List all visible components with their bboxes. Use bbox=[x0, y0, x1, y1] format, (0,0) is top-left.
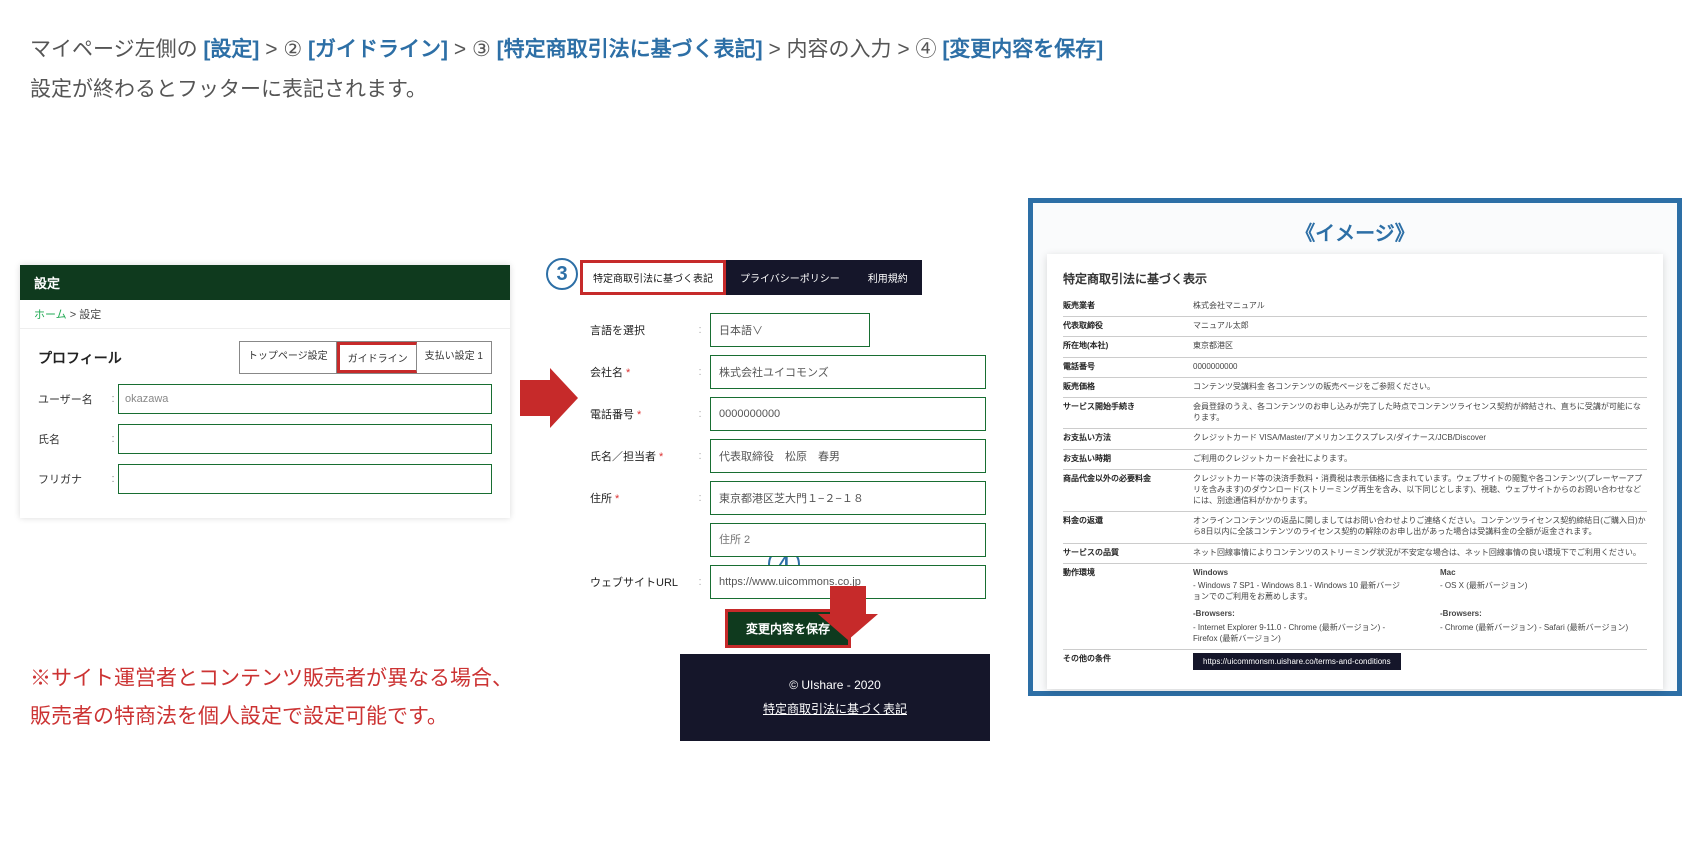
company-label: 会社名 bbox=[590, 367, 623, 379]
terms-url-box: https://uicommonsm.uishare.co/terms-and-… bbox=[1193, 653, 1401, 670]
name-input[interactable] bbox=[118, 424, 492, 454]
footer-commerce-link[interactable]: 特定商取引法に基づく表記 bbox=[763, 702, 907, 716]
kana-input[interactable] bbox=[118, 464, 492, 494]
username-label: ユーザー名 bbox=[38, 391, 108, 407]
instruction-line-1: マイページ左側の [設定] > ② [ガイドライン] > ③ [特定商取引法に基… bbox=[30, 30, 1676, 70]
commerce-form-panel: 特定商取引法に基づく表記 プライバシーポリシー 利用規約 言語を選択: 会社名 … bbox=[580, 260, 990, 648]
commerce-tabs: 特定商取引法に基づく表記 プライバシーポリシー 利用規約 bbox=[580, 260, 990, 295]
profile-title: プロフィール bbox=[38, 348, 122, 368]
profile-tabs: トップページ設定 ガイドライン 支払い設定 1 bbox=[239, 341, 492, 374]
addr2-input[interactable] bbox=[710, 523, 986, 557]
tab-privacy-policy[interactable]: プライバシーポリシー bbox=[726, 260, 854, 295]
kana-label: フリガナ bbox=[38, 471, 108, 487]
breadcrumb: ホーム > 設定 bbox=[20, 300, 510, 329]
tel-input[interactable] bbox=[710, 397, 986, 431]
tab-payment[interactable]: 支払い設定 1 bbox=[417, 342, 491, 373]
instruction-line-2: 設定が終わるとフッターに表記されます。 bbox=[30, 70, 1676, 110]
preview-document: 特定商取引法に基づく表示 販売業者株式会社マニュアル 代表取締役マニュアル太郎 … bbox=[1047, 254, 1663, 689]
addr-label: 住所 bbox=[590, 493, 612, 505]
tab-toppage[interactable]: トップページ設定 bbox=[240, 342, 337, 373]
footnote: ※サイト運営者とコンテンツ販売者が異なる場合、 販売者の特商法を個人設定で設定可… bbox=[30, 660, 513, 736]
preview-image-box: 《イメージ》 特定商取引法に基づく表示 販売業者株式会社マニュアル 代表取締役マ… bbox=[1028, 198, 1682, 696]
language-label: 言語を選択 bbox=[590, 322, 690, 338]
tab-terms[interactable]: 利用規約 bbox=[854, 260, 922, 295]
url-label: ウェブサイトURL bbox=[590, 574, 690, 590]
doc-heading: 特定商取引法に基づく表示 bbox=[1063, 270, 1647, 287]
settings-panel: 設定 ホーム > 設定 プロフィール トップページ設定 ガイドライン 支払い設定… bbox=[20, 265, 510, 518]
language-select[interactable] bbox=[710, 313, 870, 347]
addr-input[interactable] bbox=[710, 481, 986, 515]
step-circle-3: 3 bbox=[546, 258, 578, 290]
username-input[interactable] bbox=[118, 384, 492, 414]
tab-commerce-law[interactable]: 特定商取引法に基づく表記 bbox=[580, 260, 726, 295]
breadcrumb-home[interactable]: ホーム bbox=[34, 309, 67, 321]
footer-preview: © UIshare - 2020 特定商取引法に基づく表記 bbox=[680, 654, 990, 741]
settings-header: 設定 bbox=[20, 265, 510, 300]
rep-input[interactable] bbox=[710, 439, 986, 473]
footer-copy: © UIshare - 2020 bbox=[680, 678, 990, 692]
tel-label: 電話番号 bbox=[590, 409, 634, 421]
company-input[interactable] bbox=[710, 355, 986, 389]
name-label: 氏名 bbox=[38, 431, 108, 447]
rep-label: 氏名／担当者 bbox=[590, 451, 656, 463]
preview-title: 《イメージ》 bbox=[1047, 217, 1663, 246]
tab-guideline[interactable]: ガイドライン bbox=[337, 342, 417, 373]
